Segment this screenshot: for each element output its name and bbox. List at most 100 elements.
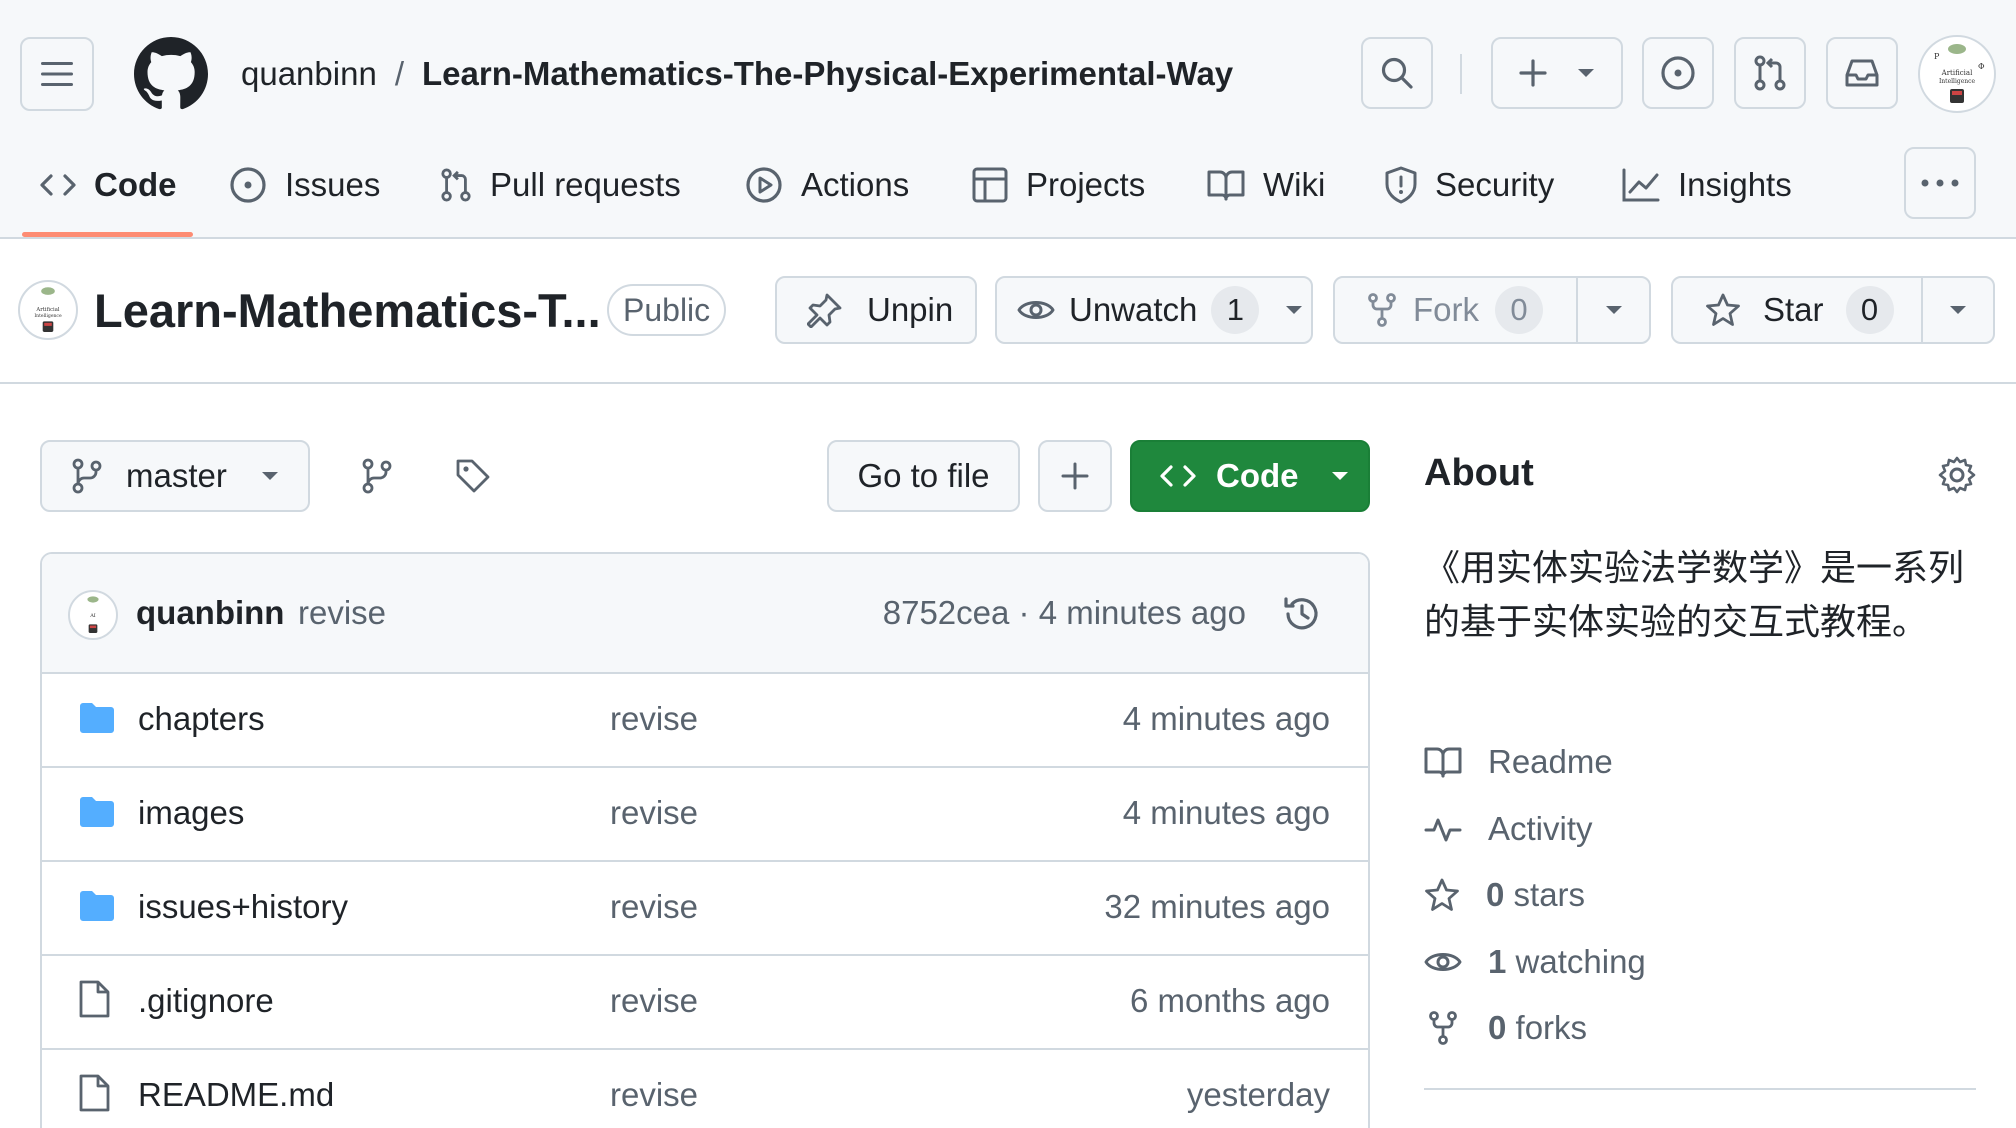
stars-label: stars: [1513, 876, 1586, 913]
unpin-button[interactable]: Unpin: [775, 276, 977, 344]
triangle-down-icon: [1286, 306, 1303, 314]
file-name[interactable]: images: [138, 794, 244, 832]
avatar-image-icon: Artificial Intelligence: [20, 282, 76, 338]
about-forks-link[interactable]: 0 forks: [1424, 1006, 1587, 1050]
commit-author-avatar[interactable]: AI: [68, 590, 118, 640]
about-stars-link[interactable]: 0 stars: [1424, 873, 1585, 917]
triangle-down-icon: [261, 472, 278, 480]
folder-icon: [80, 703, 114, 733]
gear-icon[interactable]: [1938, 456, 1976, 494]
file-row[interactable]: README.md revise yesterday: [42, 1050, 1368, 1128]
go-to-file-button[interactable]: Go to file: [827, 440, 1020, 512]
star-button-group: Star 0: [1671, 276, 1995, 344]
file-name[interactable]: README.md: [138, 1076, 334, 1114]
history-icon[interactable]: [1282, 594, 1322, 634]
triangle-down-icon: [1950, 306, 1966, 314]
graph-icon: [1622, 168, 1660, 202]
fork-button-group: Fork 0: [1333, 276, 1651, 344]
more-tabs-button[interactable]: [1904, 147, 1976, 219]
add-file-button[interactable]: [1038, 440, 1112, 512]
star-icon: [1706, 293, 1740, 326]
tab-insights[interactable]: Insights: [1622, 150, 1792, 220]
inbox-button[interactable]: [1826, 37, 1898, 109]
file-row[interactable]: .gitignore revise 6 months ago: [42, 956, 1368, 1050]
triangle-down-icon: [1331, 472, 1348, 480]
watching-count: 1: [1488, 943, 1507, 980]
star-label: Star: [1763, 291, 1824, 328]
tab-issues[interactable]: Issues: [229, 150, 380, 220]
breadcrumb-owner[interactable]: quanbinn: [241, 52, 377, 96]
fork-count: 0: [1495, 286, 1543, 334]
file-updated-time: 4 minutes ago: [1122, 794, 1330, 831]
file-commit-message[interactable]: revise: [610, 1076, 698, 1114]
unwatch-button[interactable]: Unwatch 1: [995, 276, 1313, 344]
about-readme-link[interactable]: Readme: [1424, 740, 1613, 784]
owner-avatar[interactable]: Artificial Intelligence: [18, 280, 78, 340]
commit-meta[interactable]: 8752cea · 4 minutes ago: [883, 594, 1246, 632]
user-avatar[interactable]: Artificial Intelligence P Φ: [1918, 35, 1996, 113]
tab-projects-label: Projects: [1026, 166, 1146, 203]
star-button[interactable]: Star 0: [1673, 286, 1921, 334]
file-commit-message[interactable]: revise: [610, 888, 698, 926]
branches-icon[interactable]: [361, 458, 393, 494]
menu-button[interactable]: [20, 37, 94, 111]
file-commit-message[interactable]: revise: [610, 982, 698, 1020]
shield-icon: [1385, 166, 1417, 204]
create-new-button[interactable]: [1491, 37, 1623, 109]
file-row[interactable]: issues+history revise 32 minutes ago: [42, 862, 1368, 956]
tab-wiki[interactable]: Wiki: [1207, 150, 1325, 220]
about-activity-link[interactable]: Activity: [1424, 807, 1593, 851]
svg-text:Intelligence: Intelligence: [1939, 78, 1976, 85]
file-name[interactable]: issues+history: [138, 888, 348, 926]
file-updated-time: yesterday: [1186, 1076, 1330, 1113]
tag-icon[interactable]: [455, 458, 491, 494]
breadcrumb-repo[interactable]: Learn-Mathematics-The-Physical-Experimen…: [422, 52, 1233, 96]
commit-author[interactable]: quanbinn: [136, 594, 284, 632]
folder-icon: [80, 797, 114, 827]
search-button[interactable]: [1361, 37, 1433, 109]
code-button-label: Code: [1216, 457, 1299, 494]
file-commit-message[interactable]: revise: [610, 700, 698, 738]
file-row[interactable]: chapters revise 4 minutes ago: [42, 674, 1368, 768]
about-watching-link[interactable]: 1 watching: [1424, 940, 1646, 984]
commit-message[interactable]: revise: [298, 594, 386, 632]
branch-select-button[interactable]: master: [40, 440, 310, 512]
star-icon: [1425, 878, 1459, 911]
file-commit-message[interactable]: revise: [610, 794, 698, 832]
fork-dropdown-button[interactable]: [1578, 305, 1649, 315]
tab-projects[interactable]: Projects: [972, 150, 1145, 220]
plus-icon: [1061, 462, 1089, 490]
file-name[interactable]: chapters: [138, 700, 265, 738]
git-branch-icon: [72, 458, 102, 494]
latest-commit-row: AI quanbinn revise 8752cea · 4 minutes a…: [42, 554, 1368, 674]
tab-code[interactable]: Code: [40, 150, 177, 220]
repo-title[interactable]: Learn-Mathematics-T...: [94, 283, 601, 338]
repo-forked-icon: [1368, 293, 1396, 327]
triangle-down-icon: [1605, 306, 1622, 314]
file-updated-time: 4 minutes ago: [1122, 700, 1330, 737]
fork-button[interactable]: Fork 0: [1335, 286, 1576, 334]
git-pull-request-icon: [1754, 55, 1786, 91]
unwatch-label: Unwatch: [1069, 291, 1198, 328]
tab-pull-requests[interactable]: Pull requests: [440, 150, 681, 220]
avatar-image-icon: AI: [70, 592, 116, 638]
tab-security[interactable]: Security: [1385, 150, 1554, 220]
tab-actions-label: Actions: [801, 166, 910, 203]
code-dropdown-button[interactable]: Code: [1130, 440, 1370, 512]
repo-description: 《用实体实验法学数学》是一系列的基于实体实验的交互式教程。: [1424, 548, 1965, 643]
readme-label: Readme: [1488, 743, 1613, 780]
issues-button[interactable]: [1642, 37, 1714, 109]
star-dropdown-button[interactable]: [1923, 305, 1993, 315]
file-name[interactable]: .gitignore: [138, 982, 274, 1020]
file-row[interactable]: images revise 4 minutes ago: [42, 768, 1368, 862]
pull-requests-button[interactable]: [1734, 37, 1806, 109]
svg-text:Φ: Φ: [1978, 62, 1985, 71]
fork-label: Fork: [1413, 291, 1479, 328]
github-logo-icon[interactable]: [134, 37, 208, 111]
global-header: quanbinn / Learn-Mathematics-The-Physica…: [0, 0, 2016, 239]
folder-icon: [80, 891, 114, 921]
watching-label: watching: [1515, 943, 1646, 980]
tab-actions[interactable]: Actions: [745, 150, 909, 220]
hamburger-icon: [41, 62, 73, 86]
tab-issues-label: Issues: [285, 166, 381, 203]
